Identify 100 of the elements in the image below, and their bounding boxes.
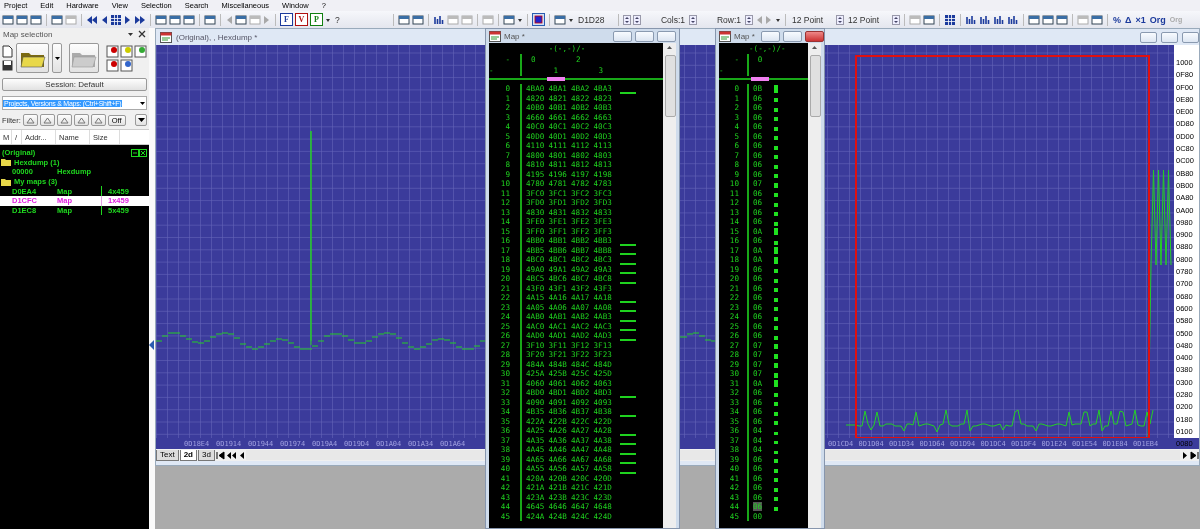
window-icon [489, 30, 501, 42]
level-bar [774, 468, 778, 473]
window-icon[interactable] [412, 13, 424, 26]
left-arrow-icon[interactable] [149, 340, 155, 350]
level-bar [774, 380, 778, 387]
bar-chart-icon[interactable] [993, 13, 1005, 26]
filter-button[interactable] [73, 114, 89, 126]
view-tab[interactable]: 3d [198, 449, 215, 461]
window-icon[interactable] [183, 13, 195, 26]
toolbar-button[interactable]: ×1 [1134, 14, 1147, 25]
letter-button[interactable]: V [295, 13, 308, 26]
level-bar [774, 344, 778, 349]
scroll-thumb[interactable] [665, 55, 676, 117]
window-icon[interactable] [51, 13, 63, 26]
dropdown-icon[interactable] [127, 30, 134, 38]
window-icon[interactable] [235, 13, 247, 26]
filter-button[interactable] [39, 114, 55, 126]
level-bar [774, 126, 778, 131]
window-icon[interactable] [1042, 13, 1054, 26]
level-bar [774, 487, 778, 492]
window-icon[interactable] [398, 13, 410, 26]
dropdown-button[interactable] [135, 114, 147, 126]
left-arrow-icon[interactable] [237, 450, 245, 460]
level-bar [774, 221, 778, 226]
view-tab[interactable]: Text [156, 449, 179, 461]
close-button[interactable] [1182, 31, 1199, 43]
square-icon[interactable] [532, 13, 545, 26]
last-page-icon[interactable] [1190, 450, 1199, 460]
collapse-icon[interactable] [131, 148, 139, 157]
letter-button[interactable]: F [280, 13, 293, 26]
window-icon[interactable] [1091, 13, 1103, 26]
close-icon[interactable] [139, 148, 149, 157]
level-bar [774, 478, 778, 482]
grid-icon[interactable] [944, 13, 956, 26]
spinner-icon[interactable] [633, 13, 641, 26]
window-icon[interactable] [30, 13, 42, 26]
toolbar-button[interactable]: Org [1148, 14, 1167, 25]
document-icon[interactable] [120, 58, 133, 72]
double-right-arrow-icon[interactable] [134, 13, 146, 26]
window-icon[interactable] [2, 13, 14, 26]
close-icon[interactable] [138, 30, 146, 38]
filter-button[interactable] [56, 114, 72, 126]
view-tab[interactable]: 2d [179, 449, 197, 461]
toolbar-field[interactable]: Row:1 [699, 14, 743, 25]
spinner-icon[interactable] [689, 13, 697, 26]
double-left-arrow-icon[interactable] [86, 13, 98, 26]
window-icon[interactable] [554, 13, 566, 26]
window-icon[interactable] [923, 13, 935, 26]
close-button[interactable] [804, 30, 824, 42]
caret-icon [53, 54, 61, 62]
toolbar-button[interactable]: % [1112, 14, 1122, 25]
spinner-icon[interactable] [745, 13, 753, 26]
spinner-icon[interactable] [836, 13, 844, 26]
left-arrow-icon[interactable] [100, 13, 108, 26]
toolbar-field[interactable]: Cols:1 [643, 14, 687, 25]
level-bar [774, 240, 778, 245]
toolbar-field[interactable]: 12 Point [790, 14, 834, 25]
window-icon[interactable] [204, 13, 216, 26]
toolbar-field[interactable]: 12 Point [846, 14, 890, 25]
document-icon[interactable] [120, 44, 133, 58]
window-icon[interactable] [1028, 13, 1040, 26]
restore-button[interactable] [1161, 31, 1178, 43]
toolbar-combo[interactable]: ? [333, 14, 389, 25]
document-icon[interactable] [2, 45, 13, 58]
window-icon[interactable] [155, 13, 167, 26]
spinner-icon[interactable] [892, 13, 900, 26]
bar-chart-icon[interactable] [965, 13, 977, 26]
document-icon[interactable] [106, 44, 119, 58]
dropdown-button[interactable] [52, 43, 63, 73]
minimize-button[interactable] [1140, 31, 1157, 43]
document-icon[interactable] [134, 44, 147, 58]
bar-chart-icon[interactable] [1007, 13, 1019, 26]
window-icon[interactable] [16, 13, 28, 26]
close-button[interactable] [657, 30, 676, 42]
window-icon[interactable] [1056, 13, 1068, 26]
first-page-icon[interactable] [215, 450, 225, 460]
caret-icon [137, 117, 145, 123]
toolbar-button[interactable]: Δ [1124, 14, 1133, 25]
bar-chart-icon[interactable] [979, 13, 991, 26]
grid-icon[interactable] [110, 13, 122, 26]
level-bar [774, 441, 778, 444]
letter-button[interactable]: P [310, 13, 323, 26]
window-icon[interactable] [169, 13, 181, 26]
spinner-icon[interactable] [623, 13, 631, 26]
bar-chart-icon[interactable] [433, 13, 445, 26]
level-bar [774, 335, 778, 340]
filter-button[interactable] [22, 114, 38, 126]
level-bar [774, 202, 778, 207]
session-button[interactable]: Session: Default [2, 78, 147, 91]
document-icon[interactable] [106, 58, 119, 72]
double-left-arrow-icon[interactable] [225, 450, 237, 460]
right-arrow-icon[interactable] [124, 13, 132, 26]
level-bar [774, 497, 778, 501]
toolbar-field[interactable]: D1D28 [576, 14, 614, 25]
level-bar [774, 411, 778, 416]
window-icon[interactable] [503, 13, 515, 26]
filter-button[interactable] [90, 114, 106, 126]
level-bar [774, 392, 778, 397]
right-arrow-icon[interactable] [1181, 450, 1189, 460]
scroll-thumb[interactable] [810, 55, 821, 117]
